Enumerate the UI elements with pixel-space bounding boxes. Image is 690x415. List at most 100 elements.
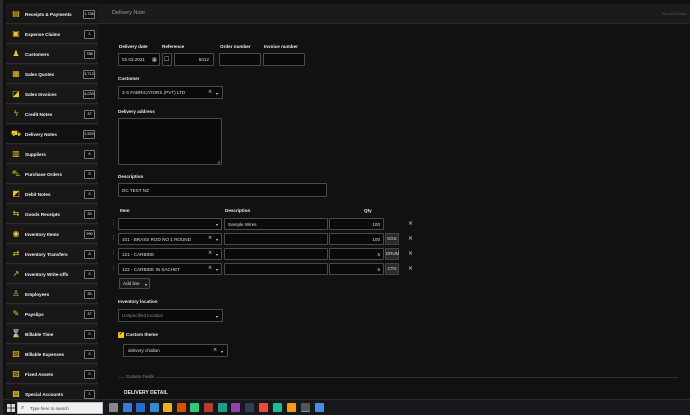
sidebar-item-inventory-transfers[interactable]: ⇄ Inventory Transfers 8: [6, 245, 98, 264]
chevron-down-icon[interactable]: ▾: [216, 222, 218, 227]
sidebar-item-inventory-items[interactable]: ◉ Inventory Items 990: [6, 225, 98, 244]
chevron-down-icon[interactable]: ▾: [145, 282, 147, 287]
line-qty-input[interactable]: 100: [329, 233, 384, 245]
add-line-button[interactable]: Add line ▾: [119, 278, 150, 289]
line-description-input[interactable]: [224, 248, 328, 260]
drag-handle-icon[interactable]: ⋮: [111, 235, 116, 241]
chevron-down-icon[interactable]: ▾: [216, 252, 218, 257]
debit-icon: ◩: [12, 189, 20, 198]
windows-start-icon[interactable]: [6, 403, 16, 413]
calendar-icon[interactable]: ▦: [152, 57, 157, 63]
sidebar-item-inventory-write-offs[interactable]: ↗ Inventory Write-offs 0: [6, 265, 98, 284]
inventory-location-select[interactable]: Unspecified location ▾: [118, 309, 223, 322]
line-qty-input[interactable]: 5: [329, 248, 384, 260]
app-icon-7[interactable]: [204, 403, 213, 412]
sidebar: ▤ Receipts & Payments 1,736 ▣ Expense Cl…: [6, 4, 98, 399]
app-window: ▤ Receipts & Payments 1,736 ▣ Expense Cl…: [0, 0, 690, 415]
taskbar-search-input[interactable]: ⌕ Type here to search: [17, 402, 103, 414]
custom-theme-select[interactable]: delivery challan × ▾: [123, 344, 228, 357]
app-icon-5[interactable]: [177, 403, 186, 412]
customers-icon: ♟: [12, 49, 20, 58]
clear-icon[interactable]: ×: [213, 347, 217, 353]
chevron-down-icon[interactable]: ▾: [216, 91, 218, 96]
delivery-date-label: Delivery date: [119, 44, 148, 49]
payslip-icon: ✎: [12, 309, 20, 318]
sidebar-item-suppliers[interactable]: ▥ Suppliers 6: [6, 145, 98, 164]
drag-handle-icon[interactable]: ⋮: [111, 250, 116, 256]
app-icon-12[interactable]: [273, 403, 282, 412]
clear-icon[interactable]: ×: [208, 235, 212, 241]
clear-icon[interactable]: ×: [208, 89, 212, 95]
app-icon-3[interactable]: [150, 403, 159, 412]
delivery-date-input[interactable]: 02.03.2021 ▦: [118, 53, 160, 66]
description-input[interactable]: DC TEST NZ: [118, 183, 327, 197]
invoice-number-input[interactable]: [263, 53, 305, 66]
app-icon-6[interactable]: [190, 403, 199, 412]
reference-input[interactable]: 5012: [174, 53, 214, 66]
sidebar-item-debit-notes[interactable]: ◩ Debit Notes 0: [6, 185, 98, 204]
app-icon-2[interactable]: [136, 403, 145, 412]
sidebar-item-special-accounts[interactable]: ▩ Special Accounts 1: [6, 385, 98, 399]
order-number-input[interactable]: [219, 53, 261, 66]
line-item-select[interactable]: 122 - CARBIDE IN SACHET × ▾: [118, 263, 222, 275]
sidebar-item-expense-claims[interactable]: ▣ Expense Claims 1: [6, 25, 98, 44]
remove-line-icon[interactable]: ×: [408, 265, 413, 272]
description-label: Description: [118, 174, 144, 179]
sidebar-item-delivery-notes[interactable]: ⛟ Delivery Notes 2,929: [6, 125, 98, 144]
sidebar-item-sales-invoices[interactable]: ◪ Sales Invoices 6,033: [6, 85, 98, 104]
line-qty-input[interactable]: 100: [329, 218, 384, 230]
chevron-down-icon[interactable]: ▾: [216, 314, 218, 319]
sidebar-item-billable-time[interactable]: ⌛ Billable Time 0: [6, 325, 98, 344]
drag-handle-icon[interactable]: ⋮: [111, 265, 116, 271]
checkbox-icon: ☐: [164, 56, 170, 63]
sidebar-item-fixed-assets[interactable]: ▨ Fixed Assets 0: [6, 365, 98, 384]
app-icon-8[interactable]: [218, 403, 227, 412]
opera-icon[interactable]: [259, 403, 268, 412]
sidebar-item-label: Purchase Orders: [25, 171, 63, 177]
clear-icon[interactable]: ×: [208, 265, 212, 271]
remove-line-icon[interactable]: ×: [408, 220, 413, 227]
task-view-icon[interactable]: [109, 403, 118, 412]
reference-checkbox[interactable]: ☐: [162, 53, 172, 66]
app-icon-1[interactable]: [123, 403, 132, 412]
remove-line-icon[interactable]: ×: [408, 250, 413, 257]
line-item-select[interactable]: 121 - CARBIDE × ▾: [118, 248, 222, 260]
invoice-icon: ◪: [12, 89, 20, 98]
remove-line-icon[interactable]: ×: [408, 235, 413, 242]
resize-handle-icon[interactable]: ◢: [217, 159, 220, 164]
app-icon-15[interactable]: [315, 403, 324, 412]
sidebar-item-credit-notes[interactable]: ϟ Credit Notes 37: [6, 105, 98, 124]
line-description-input[interactable]: [224, 233, 328, 245]
sidebar-item-label: Special Accounts: [25, 391, 64, 397]
line-item-select[interactable]: 101 - BRASS ROD NO 1 ROUND × ▾: [118, 233, 222, 245]
app-icon-9[interactable]: [231, 403, 240, 412]
sidebar-item-billable-expenses[interactable]: ▧ Billable Expenses 0: [6, 345, 98, 364]
chevron-down-icon[interactable]: ▾: [216, 267, 218, 272]
customer-select[interactable]: 3-S FABRICATORS (PVT) LTD × ▾: [118, 86, 223, 99]
line-description-input[interactable]: Sample Wires: [224, 218, 328, 230]
add-line-label: Add line: [123, 281, 140, 286]
chevron-down-icon[interactable]: ▾: [216, 237, 218, 242]
app-icon-14[interactable]: [301, 403, 310, 412]
sidebar-item-employees[interactable]: ♙ Employees 35: [6, 285, 98, 304]
sidebar-item-payslips[interactable]: ✎ Payslips 37: [6, 305, 98, 324]
sidebar-item-receipts-payments[interactable]: ▤ Receipts & Payments 1,736: [6, 5, 98, 24]
sidebar-item-purchase-orders[interactable]: ⛍ Purchase Orders 5: [6, 165, 98, 184]
delivery-address-textarea[interactable]: ◢: [118, 118, 222, 165]
line-description-input[interactable]: [224, 263, 328, 275]
chrome-icon[interactable]: [287, 403, 296, 412]
count-badge: 990: [84, 229, 95, 239]
line-qty-input[interactable]: 5: [329, 263, 384, 275]
count-badge: 2,929: [83, 129, 95, 139]
custom-theme-label: Custom theme: [126, 332, 158, 337]
app-icon-10[interactable]: [245, 403, 254, 412]
sidebar-item-sales-quotes[interactable]: ▦ Sales Quotes 3,713: [6, 65, 98, 84]
sidebar-item-label: Payslips: [25, 311, 44, 317]
line-item-select[interactable]: ▾: [118, 218, 222, 230]
drag-handle-icon[interactable]: ⋮: [111, 220, 116, 226]
chevron-down-icon[interactable]: ▾: [221, 349, 223, 354]
sidebar-item-goods-receipts[interactable]: ⇆ Goods Receipts 39: [6, 205, 98, 224]
clear-icon[interactable]: ×: [208, 250, 212, 256]
file-explorer-icon[interactable]: [163, 403, 172, 412]
sidebar-item-customers[interactable]: ♟ Customers 788: [6, 45, 98, 64]
